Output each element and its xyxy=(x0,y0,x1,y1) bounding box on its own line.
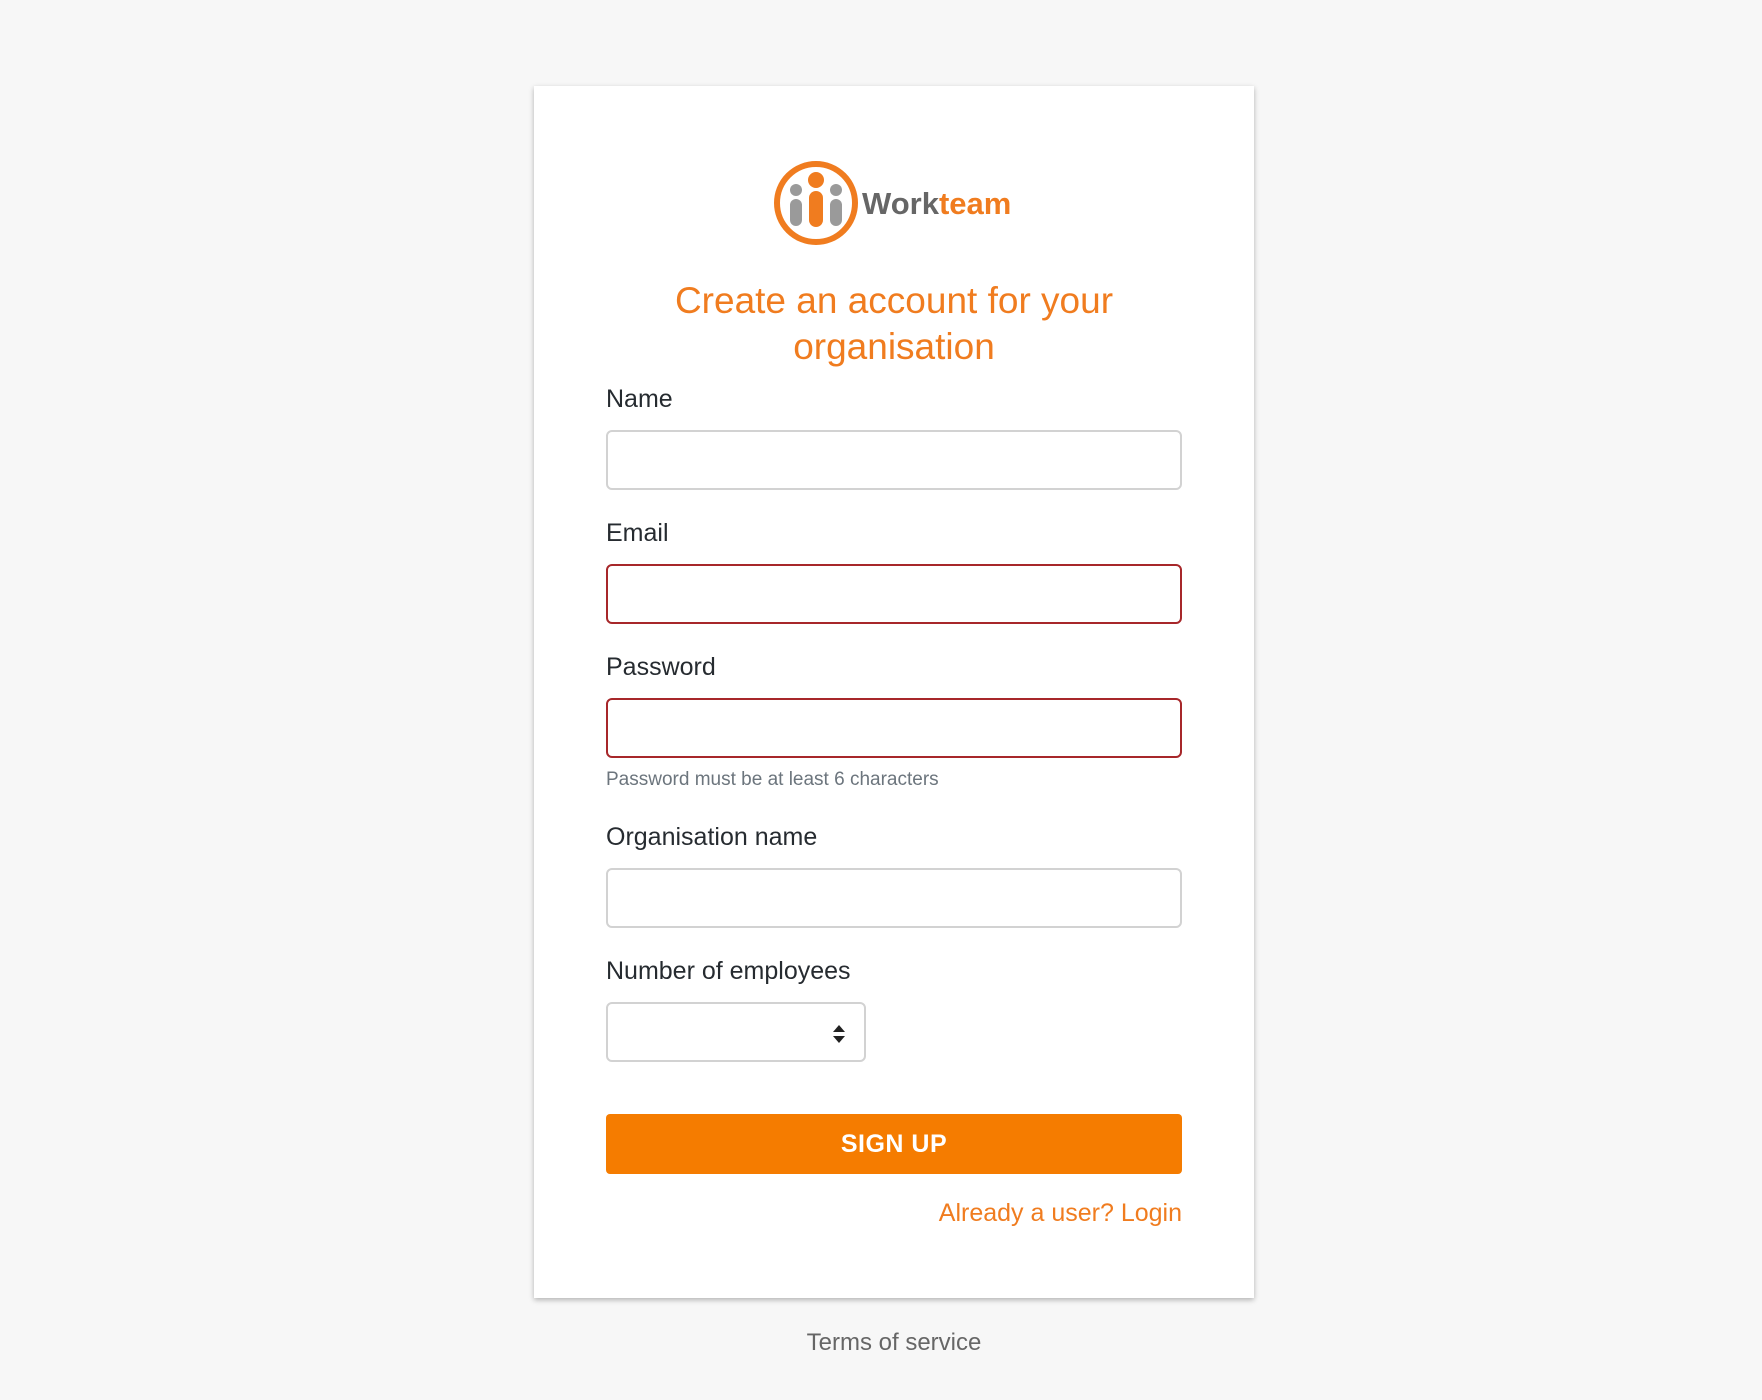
select-arrows-icon xyxy=(833,1025,845,1043)
page-title-line1: Create an account for your xyxy=(674,280,1114,321)
people-logo-icon: Workteam xyxy=(774,161,1011,245)
workteam-logo: Workteam xyxy=(534,156,1254,250)
password-label: Password xyxy=(606,653,716,681)
employees-select[interactable] xyxy=(606,1002,866,1062)
organisation-name-label: Organisation name xyxy=(606,823,818,851)
email-input[interactable] xyxy=(606,564,1182,624)
page-title: Create an account for your organisation xyxy=(534,278,1254,370)
password-input[interactable] xyxy=(606,698,1182,758)
login-link[interactable]: Already a user? Login xyxy=(939,1198,1182,1228)
email-label: Email xyxy=(606,519,669,547)
signup-card: Workteam Create an account for your orga… xyxy=(534,86,1254,1298)
sign-up-button[interactable]: SIGN UP xyxy=(606,1114,1182,1174)
password-hint: Password must be at least 6 characters xyxy=(606,769,939,790)
organisation-name-input[interactable] xyxy=(606,868,1182,928)
brand-name-part2: team xyxy=(939,186,1011,221)
terms-of-service-link[interactable]: Terms of service xyxy=(0,1328,1762,1358)
name-label: Name xyxy=(606,385,673,413)
page-title-line2: organisation xyxy=(793,326,995,367)
employees-label: Number of employees xyxy=(606,957,851,985)
name-input[interactable] xyxy=(606,430,1182,490)
brand-name-part1: Work xyxy=(862,186,940,221)
svg-text:Workteam: Workteam xyxy=(862,186,1011,221)
